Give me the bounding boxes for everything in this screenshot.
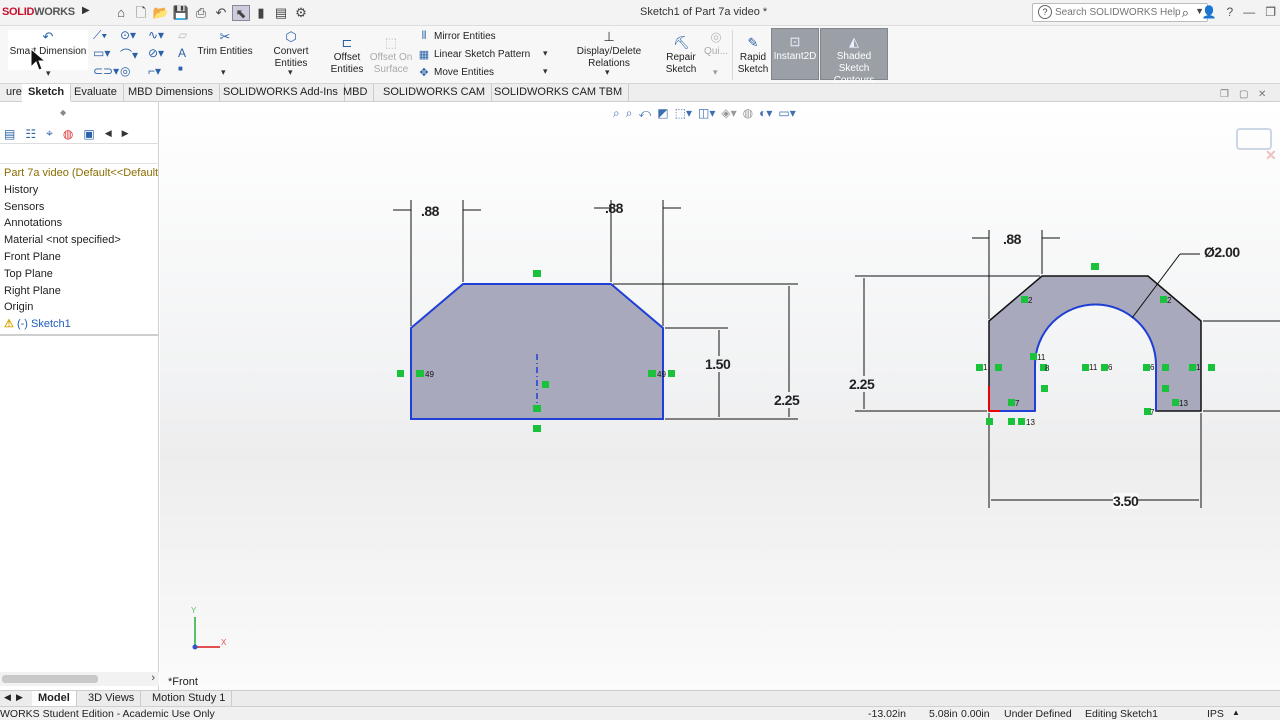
status-edition: WORKS Student Edition - Academic Use Onl… <box>0 708 215 720</box>
status-bar: WORKS Student Edition - Academic Use Onl… <box>0 706 1280 720</box>
dimension-left-height-outer[interactable]: 2.25 <box>774 392 800 408</box>
relation-label: 1 <box>1196 363 1201 372</box>
dimension-right-top[interactable]: .88 <box>1003 231 1021 247</box>
status-z: 0.00in <box>961 708 990 720</box>
chevron-up-icon[interactable]: ▲ <box>1232 708 1240 717</box>
dimension-left-height-inner[interactable]: 1.50 <box>705 356 731 372</box>
relation-label: 6 <box>1108 363 1113 372</box>
relation-label: 13 <box>1026 418 1035 427</box>
relation-label: 13 <box>1179 399 1188 408</box>
tab-3d-views[interactable]: 3D Views <box>82 691 142 706</box>
dimension-right-width[interactable]: 3.50 <box>1113 493 1139 509</box>
relation-label: 1 <box>983 363 988 372</box>
relation-label: 8 <box>1045 364 1050 373</box>
relation-label: 11 <box>1089 363 1098 372</box>
relation-label: 7 <box>1150 408 1155 417</box>
tab-model[interactable]: Model <box>32 691 77 706</box>
relation-label: 11 <box>1037 353 1046 362</box>
relation-label: 49 <box>657 370 666 379</box>
view-label: *Front <box>168 676 198 688</box>
triad-x-label: X <box>221 638 227 647</box>
chevron-right-icon[interactable]: ▶ <box>16 692 23 703</box>
status-y: 5.08in <box>929 708 958 720</box>
relation-label: 49 <box>425 370 434 379</box>
chevron-left-icon[interactable]: ◀ <box>4 692 11 703</box>
arc-segment[interactable] <box>1034 303 1157 412</box>
triad-y-label: Y <box>191 606 197 615</box>
mouse-cursor-icon <box>30 48 46 71</box>
dimension-diameter[interactable]: Ø2.00 <box>1204 244 1240 260</box>
bottom-tabs: ◀ ▶ Model 3D Views Motion Study 1 <box>0 690 1280 706</box>
dimension-left-top-a[interactable]: .88 <box>421 203 439 219</box>
triad-origin <box>192 644 198 650</box>
dimension-left-top-b[interactable]: .88 <box>605 200 623 216</box>
right-dimension-lines <box>855 230 1280 508</box>
relation-label: 2 <box>1028 296 1033 305</box>
relation-label: 7 <box>1015 399 1020 408</box>
status-defined: Under Defined <box>1004 708 1072 720</box>
tab-motion-study[interactable]: Motion Study 1 <box>146 691 233 706</box>
dimension-right-height[interactable]: 2.25 <box>849 376 875 392</box>
status-x: -13.02in <box>868 708 906 720</box>
relation-label: 2 <box>1167 296 1172 305</box>
status-units[interactable]: IPS <box>1207 708 1224 720</box>
relation-label: 6 <box>1150 363 1155 372</box>
status-editing: Editing Sketch1 <box>1085 708 1158 720</box>
